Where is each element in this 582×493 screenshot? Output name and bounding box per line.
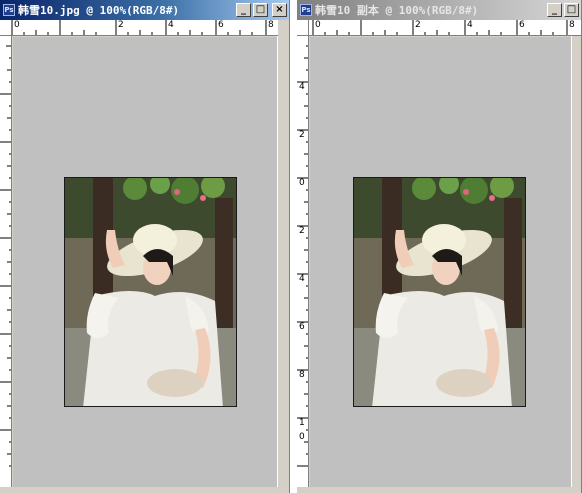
ruler-label: 8: [569, 20, 575, 30]
document-image: [353, 177, 526, 407]
horizontal-ruler[interactable]: 0 2 4 6 8: [309, 20, 581, 36]
ruler-label: 6: [299, 322, 305, 332]
maximize-button[interactable]: □: [253, 3, 268, 17]
portrait-photo: [354, 178, 525, 406]
window-title: 韩雪10 副本 @ 100%(RGB/8#): [315, 4, 479, 17]
ruler-label: 8: [299, 370, 305, 380]
ruler-origin[interactable]: [297, 20, 309, 36]
document-window-right[interactable]: Ps 韩雪10 副本 @ 100%(RGB/8#) _ □ 0 2 4 6 8: [296, 0, 582, 493]
ruler-label: 4: [168, 20, 174, 30]
ruler-label: 6: [218, 20, 224, 30]
ruler-label: 4: [299, 274, 305, 284]
vertical-ruler[interactable]: 4 2 0 2 4 6 8 1 0: [297, 36, 309, 487]
title-bar[interactable]: Ps 韩雪10 副本 @ 100%(RGB/8#) _ □: [297, 0, 581, 20]
ruler-label: 2: [299, 226, 305, 236]
scroll-edge[interactable]: [277, 36, 289, 487]
ruler-label: 1: [299, 418, 305, 428]
ruler-label: 0: [315, 20, 321, 30]
canvas-area[interactable]: [310, 37, 571, 487]
ruler-label: 2: [299, 130, 305, 140]
minimize-button[interactable]: _: [547, 3, 562, 17]
horizontal-ruler[interactable]: 0 2 4 6 8: [12, 20, 278, 36]
title-bar[interactable]: Ps 韩雪10.jpg @ 100%(RGB/8#) _ □ ×: [0, 0, 289, 20]
ruler-label: 8: [268, 20, 274, 30]
ruler-origin[interactable]: [0, 20, 12, 36]
document-image: [64, 177, 237, 407]
photoshop-icon: Ps: [300, 4, 312, 16]
ruler-label: 2: [415, 20, 421, 30]
ruler-label: 4: [299, 82, 305, 92]
scroll-edge[interactable]: [571, 36, 581, 487]
close-button[interactable]: ×: [272, 3, 287, 17]
ruler-label: 2: [118, 20, 124, 30]
minimize-button[interactable]: _: [236, 3, 251, 17]
ruler-label: 0: [299, 178, 305, 188]
vertical-ruler[interactable]: [0, 36, 12, 487]
portrait-photo: [65, 178, 236, 406]
photoshop-icon: Ps: [3, 4, 15, 16]
maximize-button[interactable]: □: [564, 3, 579, 17]
document-window-left[interactable]: Ps 韩雪10.jpg @ 100%(RGB/8#) _ □ × 0 2 4 6…: [0, 0, 290, 493]
ruler-label: 6: [519, 20, 525, 30]
canvas-area[interactable]: [13, 37, 277, 487]
ruler-label: 0: [299, 432, 305, 442]
ruler-label: 4: [467, 20, 473, 30]
ruler-label: 0: [14, 20, 20, 30]
window-title: 韩雪10.jpg @ 100%(RGB/8#): [18, 4, 180, 17]
